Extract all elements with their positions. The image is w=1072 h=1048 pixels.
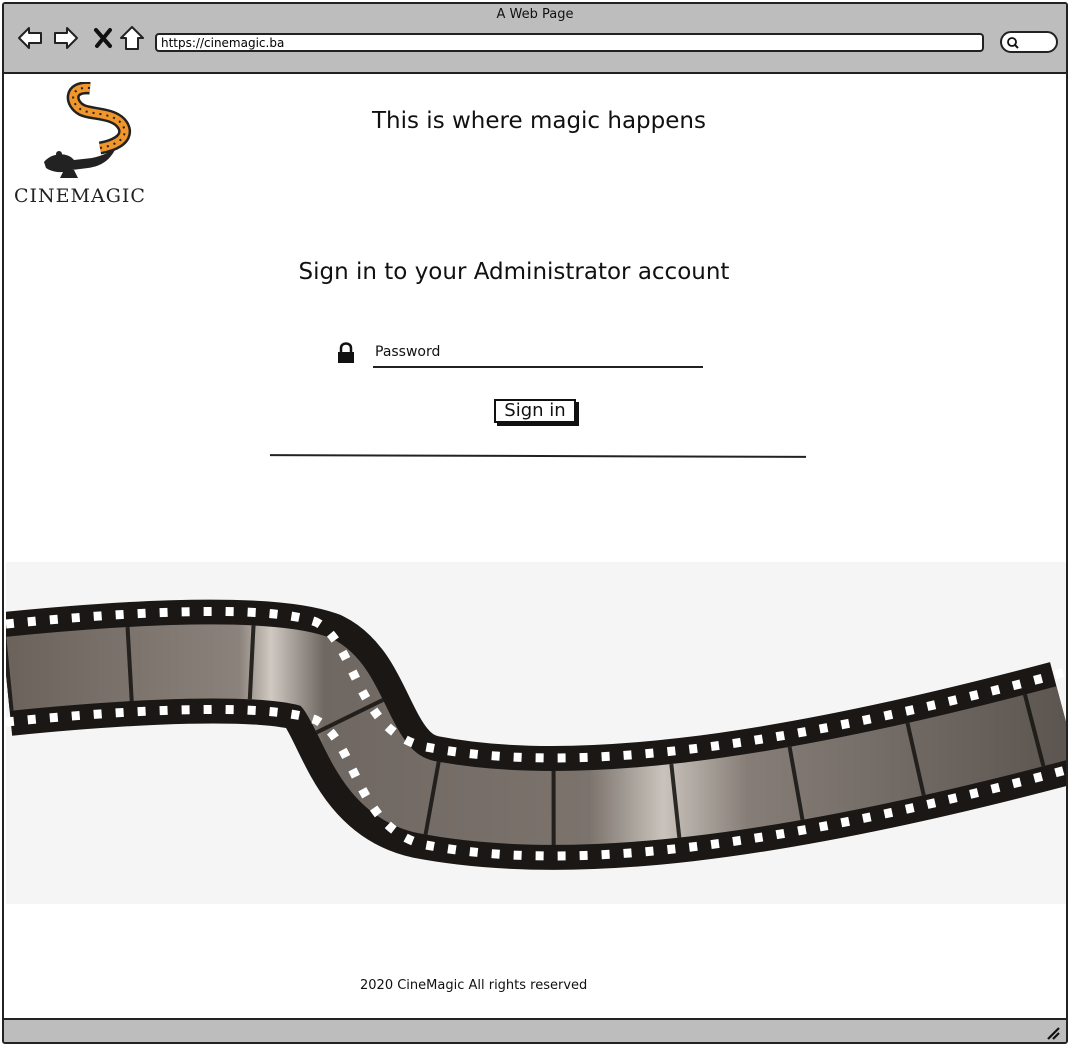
close-x-icon[interactable]	[90, 24, 118, 52]
film-swirl-icon	[66, 82, 132, 155]
forward-arrow-icon[interactable]	[52, 24, 80, 52]
address-bar[interactable]: https://cinemagic.ba	[155, 33, 984, 52]
footer-copyright: 2020 CineMagic All rights reserved	[360, 978, 588, 993]
status-bar	[4, 1018, 1066, 1042]
browser-chrome: A Web Page https://cinemagic.ba	[4, 4, 1066, 74]
cinemagic-logo: CINEMAGIC	[14, 82, 146, 207]
resize-grip-icon[interactable]	[1044, 1024, 1060, 1040]
lock-icon	[338, 342, 354, 363]
password-field[interactable]	[373, 340, 703, 368]
sign-in-button[interactable]: Sign in	[494, 399, 576, 423]
back-arrow-icon[interactable]	[16, 24, 44, 52]
home-icon[interactable]	[118, 24, 146, 52]
film-strip-image	[6, 599, 1066, 870]
window-title: A Web Page	[496, 7, 574, 22]
signin-title: Sign in to your Administrator account	[298, 259, 730, 285]
page-tagline: This is where magic happens	[372, 108, 706, 134]
logo-text: CINEMAGIC	[14, 185, 146, 207]
form-divider	[269, 454, 807, 458]
search-box[interactable]	[1000, 31, 1058, 53]
search-icon	[1007, 37, 1019, 49]
browser-window: A Web Page https://cinemagic.ba CINEMAGI…	[2, 2, 1068, 1044]
film-strip-banner	[6, 562, 1066, 904]
